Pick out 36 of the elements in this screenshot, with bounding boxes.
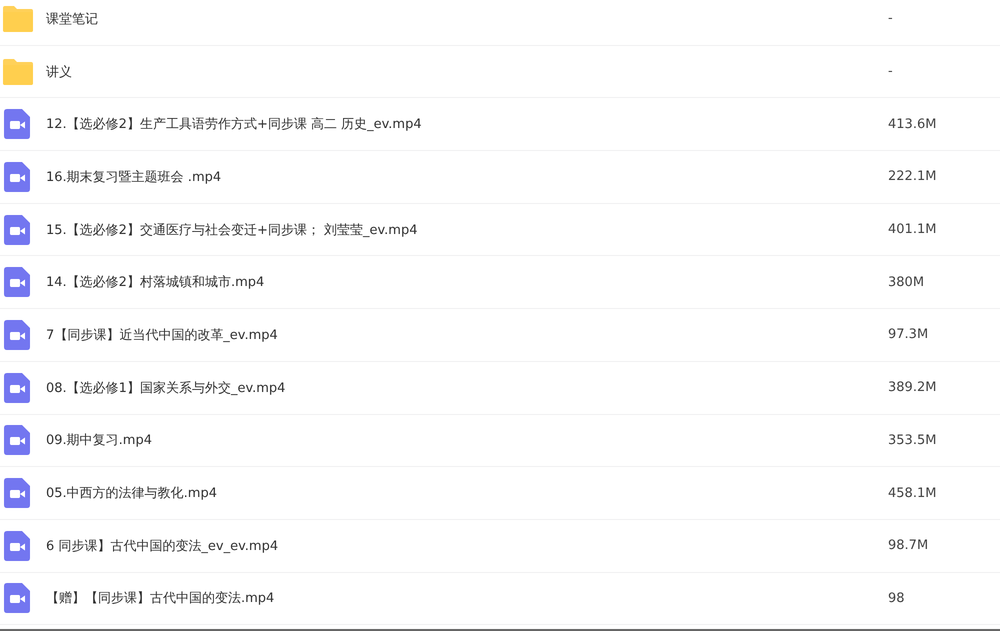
file-size: 389.2M: [888, 380, 938, 396]
file-size: 401.1M: [888, 222, 938, 238]
video-file-icon: [4, 425, 30, 456]
file-name[interactable]: 课堂笔记: [46, 10, 888, 28]
file-name[interactable]: 7【同步课】近当代中国的改革_ev.mp4: [46, 326, 888, 344]
file-name[interactable]: 08.【选必修1】国家关系与外交_ev.mp4: [46, 378, 888, 397]
file-name[interactable]: 16.期末复习暨主题班会 .mp4: [46, 168, 888, 186]
file-size: 458.1M: [888, 486, 938, 501]
video-file-icon: [4, 214, 30, 245]
file-name[interactable]: 09.期中复习.mp4: [46, 431, 888, 450]
video-file-icon: [4, 162, 30, 192]
file-size: 97.3M: [888, 327, 930, 342]
file-size: 98: [888, 590, 906, 606]
file-size: 222.1M: [888, 169, 938, 184]
file-name[interactable]: 14.【选必修2】村落城镇和城市.mp4: [46, 273, 888, 292]
file-size: -: [888, 64, 894, 80]
video-file-icon: [4, 320, 30, 350]
file-size: 413.6M: [888, 116, 938, 132]
video-file-icon: [4, 267, 30, 298]
video-file-icon: [4, 372, 30, 403]
file-name[interactable]: 12.【选必修2】生产工具语劳作方式+同步课 高二 历史_ev.mp4: [46, 115, 888, 134]
video-file-icon: [4, 478, 30, 508]
file-size: 353.5M: [888, 432, 938, 448]
file-name[interactable]: 【赠】【同步课】古代中国的变法.mp4: [46, 589, 888, 608]
folder-icon: [3, 58, 33, 85]
file-name[interactable]: 讲义: [46, 62, 888, 81]
file-name[interactable]: 15.【选必修2】交通医疗与社会变迁+同步课； 刘莹莹_ev.mp4: [46, 220, 888, 239]
file-name[interactable]: 6 同步课】古代中国的变法_ev_ev.mp4: [46, 536, 888, 555]
video-file-icon: [4, 109, 30, 140]
folder-icon: [3, 6, 33, 32]
file-name[interactable]: 05.中西方的法律与教化.mp4: [46, 484, 888, 502]
file-size: 98.7M: [888, 538, 930, 554]
video-file-icon: [4, 530, 30, 561]
file-size: -: [888, 11, 894, 26]
video-file-icon: [4, 583, 30, 614]
file-size: 380M: [888, 274, 926, 290]
